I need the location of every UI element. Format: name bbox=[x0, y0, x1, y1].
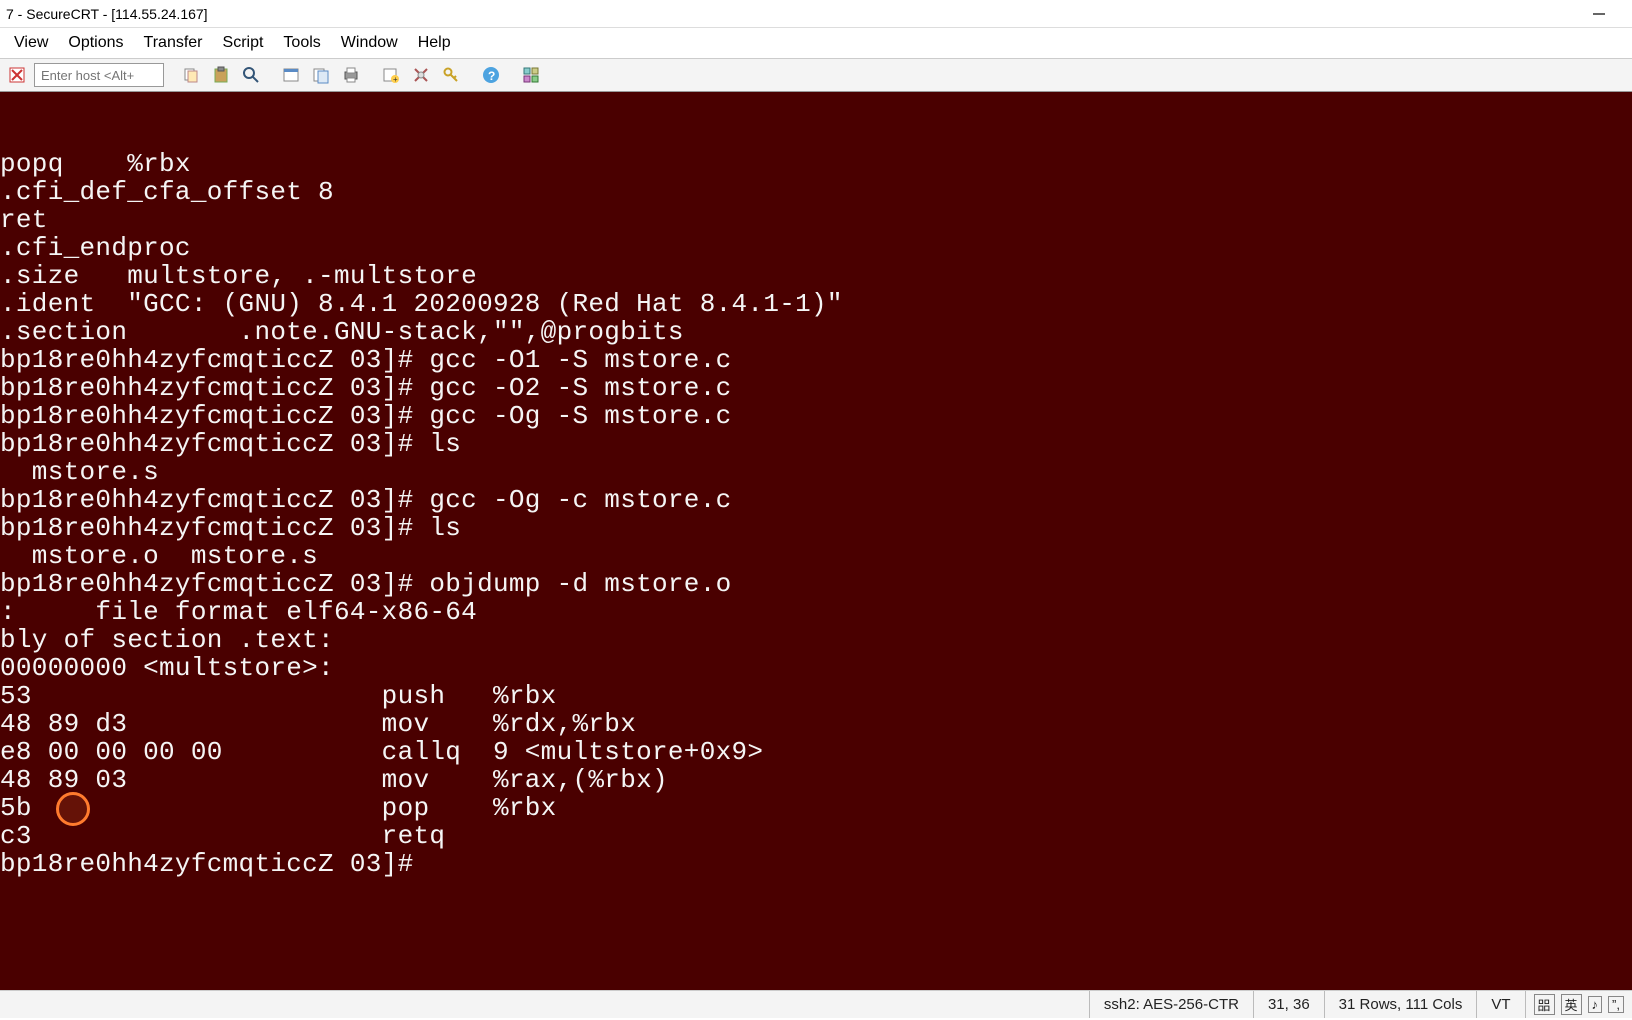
terminal-line: 48 89 d3 mov %rdx,%rbx bbox=[0, 710, 1632, 738]
status-bar: ssh2: AES-256-CTR 31, 36 31 Rows, 111 Co… bbox=[0, 990, 1632, 1018]
svg-text:+: + bbox=[393, 75, 398, 84]
copy-button[interactable] bbox=[178, 62, 204, 88]
ime-indicators: 㗊 英 ♪ ”, bbox=[1525, 991, 1632, 1018]
terminal-line: bp18re0hh4zyfcmqticcZ 03]# gcc -O2 -S ms… bbox=[0, 374, 1632, 402]
paste-icon bbox=[212, 66, 230, 84]
menu-bar: View Options Transfer Script Tools Windo… bbox=[0, 28, 1632, 58]
terminal-line: .cfi_endproc bbox=[0, 234, 1632, 262]
ime-indicator-4[interactable]: ”, bbox=[1608, 996, 1624, 1013]
terminal-line: 5b pop %rbx bbox=[0, 794, 1632, 822]
terminal-line: 53 push %rbx bbox=[0, 682, 1632, 710]
terminal-line: mstore.o mstore.s bbox=[0, 542, 1632, 570]
status-emulation-mode: VT bbox=[1476, 991, 1524, 1018]
terminal-line: bp18re0hh4zyfcmqticcZ 03]# gcc -O1 -S ms… bbox=[0, 346, 1632, 374]
terminal-line: .section .note.GNU-stack,"",@progbits bbox=[0, 318, 1632, 346]
terminal-line: .cfi_def_cfa_offset 8 bbox=[0, 178, 1632, 206]
key-icon bbox=[442, 66, 460, 84]
settings-button[interactable] bbox=[408, 62, 434, 88]
tile-icon bbox=[522, 66, 540, 84]
window-controls bbox=[1580, 3, 1618, 25]
terminal-line: bp18re0hh4zyfcmqticcZ 03]# objdump -d ms… bbox=[0, 570, 1632, 598]
menu-transfer[interactable]: Transfer bbox=[134, 30, 213, 56]
disconnect-icon bbox=[8, 66, 26, 84]
properties-icon bbox=[282, 66, 300, 84]
minimize-button[interactable] bbox=[1580, 3, 1618, 25]
gear-icon bbox=[412, 66, 430, 84]
terminal-line: .ident "GCC: (GNU) 8.4.1 20200928 (Red H… bbox=[0, 290, 1632, 318]
terminal-line: bp18re0hh4zyfcmqticcZ 03]# bbox=[0, 850, 1632, 878]
session-options-button[interactable] bbox=[308, 62, 334, 88]
window-title: 7 - SecureCRT - [114.55.24.167] bbox=[6, 6, 1580, 22]
terminal-line: bly of section .text: bbox=[0, 626, 1632, 654]
minimize-icon bbox=[1592, 7, 1606, 21]
ime-indicator-2[interactable]: 英 bbox=[1561, 994, 1582, 1015]
title-bar: 7 - SecureCRT - [114.55.24.167] bbox=[0, 0, 1632, 28]
status-terminal-size: 31 Rows, 111 Cols bbox=[1324, 991, 1477, 1018]
terminal-output[interactable]: popq %rbx.cfi_def_cfa_offset 8ret.cfi_en… bbox=[0, 92, 1632, 990]
find-button[interactable] bbox=[238, 62, 264, 88]
help-button[interactable]: ? bbox=[478, 62, 504, 88]
toolbar: + ? bbox=[0, 58, 1632, 92]
menu-window[interactable]: Window bbox=[331, 30, 408, 56]
menu-options[interactable]: Options bbox=[58, 30, 133, 56]
terminal-line: bp18re0hh4zyfcmqticcZ 03]# gcc -Og -S ms… bbox=[0, 402, 1632, 430]
session-options-icon bbox=[312, 66, 330, 84]
menu-tools[interactable]: Tools bbox=[273, 30, 330, 56]
terminal-line: e8 00 00 00 00 callq 9 <multstore+0x9> bbox=[0, 738, 1632, 766]
host-input[interactable] bbox=[34, 63, 164, 87]
terminal-line: 00000000 <multstore>: bbox=[0, 654, 1632, 682]
terminal-line: popq %rbx bbox=[0, 150, 1632, 178]
terminal-line: : file format elf64-x86-64 bbox=[0, 598, 1632, 626]
copy-icon bbox=[182, 66, 200, 84]
print-icon bbox=[342, 66, 360, 84]
status-protocol: ssh2: AES-256-CTR bbox=[1089, 991, 1253, 1018]
terminal-line: bp18re0hh4zyfcmqticcZ 03]# ls bbox=[0, 514, 1632, 542]
svg-text:?: ? bbox=[488, 69, 495, 83]
tile-button[interactable] bbox=[518, 62, 544, 88]
ime-indicator-1[interactable]: 㗊 bbox=[1534, 994, 1555, 1015]
ime-indicator-3[interactable]: ♪ bbox=[1588, 996, 1603, 1013]
status-cursor-position: 31, 36 bbox=[1253, 991, 1324, 1018]
paste-button[interactable] bbox=[208, 62, 234, 88]
terminal-line: bp18re0hh4zyfcmqticcZ 03]# ls bbox=[0, 430, 1632, 458]
status-spacer bbox=[0, 991, 1089, 1018]
disconnect-button[interactable] bbox=[4, 62, 30, 88]
menu-help[interactable]: Help bbox=[408, 30, 461, 56]
menu-script[interactable]: Script bbox=[213, 30, 274, 56]
terminal-line: mstore.s bbox=[0, 458, 1632, 486]
key-button[interactable] bbox=[438, 62, 464, 88]
help-icon: ? bbox=[482, 66, 500, 84]
terminal-line: ret bbox=[0, 206, 1632, 234]
new-session-button[interactable]: + bbox=[378, 62, 404, 88]
print-button[interactable] bbox=[338, 62, 364, 88]
find-icon bbox=[242, 66, 260, 84]
menu-view[interactable]: View bbox=[4, 30, 58, 56]
terminal-line: .size multstore, .-multstore bbox=[0, 262, 1632, 290]
terminal-line: c3 retq bbox=[0, 822, 1632, 850]
terminal-line: bp18re0hh4zyfcmqticcZ 03]# gcc -Og -c ms… bbox=[0, 486, 1632, 514]
properties-button[interactable] bbox=[278, 62, 304, 88]
terminal-line: 48 89 03 mov %rax,(%rbx) bbox=[0, 766, 1632, 794]
new-session-icon: + bbox=[382, 66, 400, 84]
